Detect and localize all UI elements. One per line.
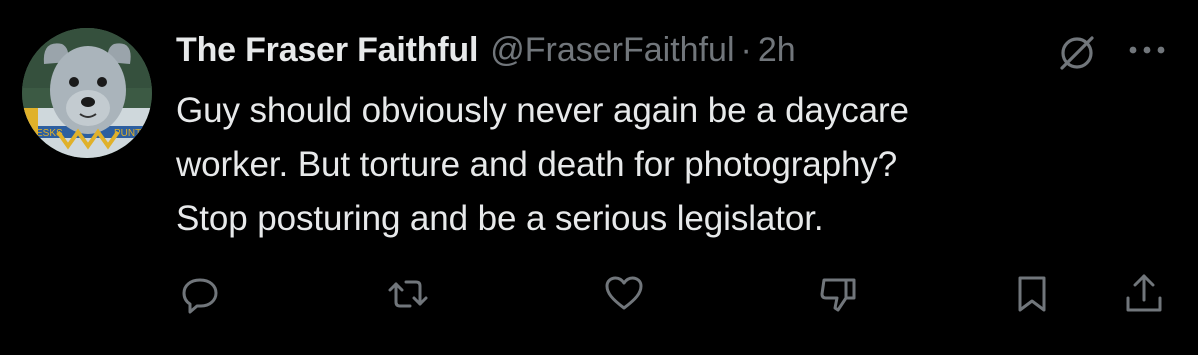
tweet-text: Guy should obviously never again be a da… [176, 91, 909, 238]
grok-icon[interactable] [1054, 30, 1100, 76]
tweet-time[interactable]: 2h [758, 31, 796, 70]
author-handle[interactable]: @FraserFaithful [490, 31, 734, 70]
dislike-icon[interactable] [816, 272, 860, 316]
more-options-icon[interactable] [1124, 30, 1170, 70]
repost-icon[interactable] [386, 272, 430, 316]
tweet-header: The Fraser Faithful @FraserFaithful · 2h [176, 26, 796, 74]
bookmark-icon[interactable] [1010, 272, 1054, 316]
avatar[interactable]: ESKS PUNT [22, 28, 152, 158]
reply-icon[interactable] [178, 272, 222, 316]
tweet-card[interactable]: ESKS PUNT The Fraser Faithful @FraserFai… [0, 0, 1198, 355]
svg-text:PUNT: PUNT [114, 128, 141, 139]
share-icon[interactable] [1122, 272, 1166, 316]
author-display-name[interactable]: The Fraser Faithful [176, 31, 478, 70]
mascot-avatar-image: ESKS PUNT [22, 28, 152, 158]
svg-text:ESKS: ESKS [36, 128, 63, 139]
like-icon[interactable] [602, 272, 646, 316]
separator-dot: · [740, 30, 752, 69]
